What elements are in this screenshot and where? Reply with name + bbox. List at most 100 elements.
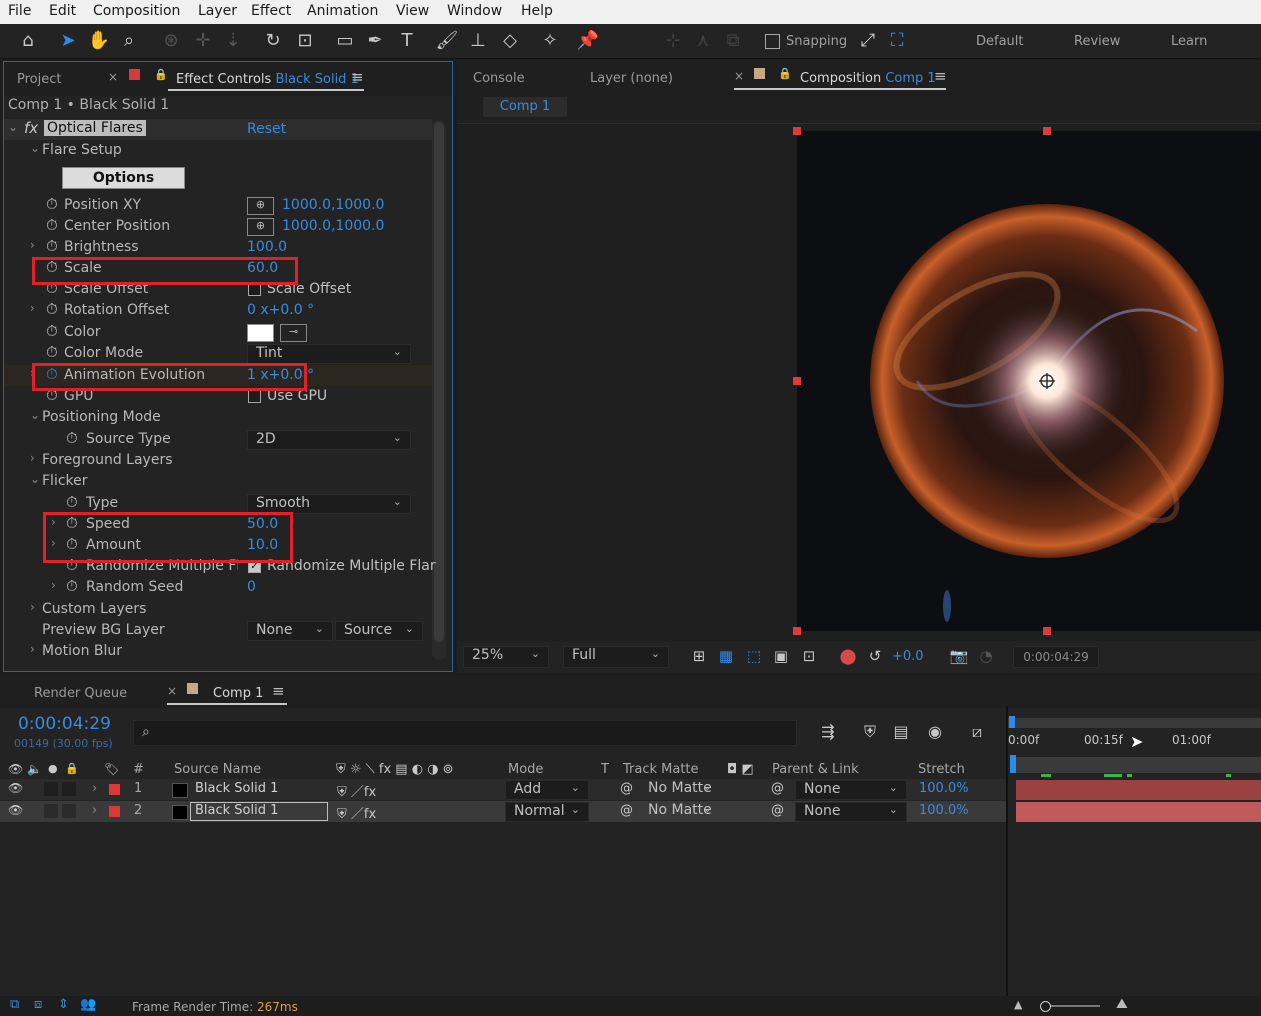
custom-layers-row[interactable]: › Custom Layers	[4, 599, 432, 620]
blend-mode-dropdown[interactable]: Normal ⌄	[505, 802, 589, 822]
zoom-out-icon[interactable]: ▲	[1014, 998, 1022, 1011]
pen-tool-icon[interactable]: ✒	[362, 29, 388, 53]
roto-brush-icon[interactable]: ✧	[537, 29, 563, 53]
flicker-row[interactable]: ⌄ Flicker	[4, 471, 432, 492]
pan-behind-icon[interactable]: ⊡	[292, 29, 318, 53]
brush-tool-icon[interactable]: 🖌	[434, 29, 460, 53]
lock-icon[interactable]: 🔒	[154, 68, 168, 81]
transfer-controls-icon[interactable]: ⧈	[34, 997, 42, 1012]
stopwatch-icon[interactable]: ⏱	[66, 429, 78, 447]
preview-bg-dropdown[interactable]: None ⌄	[247, 621, 333, 641]
chevron-right-icon[interactable]: ›	[30, 301, 35, 315]
snapshot-fit-icon[interactable]: ⊞	[686, 644, 712, 668]
chevron-down-icon[interactable]: ⌄	[30, 141, 40, 155]
column-track-matte[interactable]: Track Matte	[623, 762, 699, 777]
scrollbar-track[interactable]	[432, 120, 446, 660]
resolution-dropdown[interactable]: Full ⌄	[563, 646, 669, 668]
tab-render-queue[interactable]: Render Queue	[34, 686, 127, 701]
frame-blending-icon[interactable]: ▤	[888, 720, 914, 744]
rotate-tool-icon[interactable]: ↻	[260, 29, 286, 53]
workspace-review[interactable]: Review	[1074, 34, 1120, 49]
selection-tool-icon[interactable]: ➤	[55, 29, 81, 53]
transform-handle[interactable]	[1043, 627, 1051, 635]
chevron-down-icon[interactable]: ⌄	[8, 120, 18, 134]
menu-animation[interactable]: Animation	[307, 3, 378, 19]
stopwatch-icon[interactable]: ⏱	[46, 195, 58, 213]
close-icon[interactable]: ×	[108, 70, 118, 84]
dolly-camera-icon[interactable]: ⇣	[220, 29, 246, 53]
type-dropdown[interactable]: Smooth ⌄	[247, 494, 411, 514]
panel-menu-icon[interactable]: ≡	[351, 68, 364, 86]
layer-row-2[interactable]: 👁 › 2 Black Solid 1 ⛨ ／fx Normal ⌄ @ No M…	[0, 801, 1006, 822]
zoom-in-icon[interactable]: ⛰	[1116, 996, 1128, 1012]
menu-view[interactable]: View	[396, 3, 429, 19]
crosshair-picker-icon[interactable]: ⊕	[247, 197, 274, 215]
chevron-down-icon[interactable]: ⌄	[30, 472, 40, 486]
label-tag-icon[interactable]: 🏷	[104, 762, 119, 776]
flare-setup-row[interactable]: ⌄ Flare Setup	[4, 140, 432, 161]
lock-icon[interactable]: 🔒	[65, 762, 79, 775]
blend-mode-dropdown[interactable]: Add ⌄	[505, 780, 589, 800]
matte-pickwhip-icon[interactable]: @	[620, 803, 633, 818]
parent-dropdown[interactable]: None ⌄	[795, 780, 907, 800]
parent-pickwhip-icon[interactable]: @	[771, 781, 784, 796]
stopwatch-icon[interactable]: ⏱	[46, 237, 58, 255]
tab-layer[interactable]: Layer (none)	[590, 71, 673, 86]
chevron-right-icon[interactable]: ›	[30, 451, 35, 465]
world-axis-icon[interactable]: ⋏	[690, 29, 716, 53]
work-area-bar[interactable]	[1008, 718, 1261, 728]
track-matte-dropdown[interactable]: No Matte ⌄	[640, 802, 720, 820]
chevron-right-icon[interactable]: ›	[92, 803, 97, 818]
zoom-slider-thumb[interactable]	[1040, 1001, 1051, 1012]
layer-switches[interactable]: ⛨ ／fx	[337, 803, 376, 822]
stopwatch-icon[interactable]: ⏱	[46, 216, 58, 234]
layer-switches[interactable]: ⛨ ／fx	[337, 781, 376, 800]
comp-subtab[interactable]: Comp 1	[483, 97, 567, 117]
menu-help[interactable]: Help	[521, 3, 553, 19]
rectangle-tool-icon[interactable]: ▭	[332, 29, 358, 53]
motion-blur-icon[interactable]: ◉	[922, 720, 948, 744]
label-color-red[interactable]	[109, 806, 120, 817]
stopwatch-icon[interactable]: ⏱	[66, 493, 78, 511]
pan-camera-icon[interactable]: ✛	[190, 29, 216, 53]
orbit-camera-icon[interactable]: ⊛	[158, 29, 184, 53]
crosshair-picker-icon[interactable]: ⊕	[247, 218, 274, 236]
stopwatch-icon[interactable]: ⏱	[46, 300, 58, 318]
transform-handle[interactable]	[793, 127, 801, 135]
foreground-layers-row[interactable]: › Foreground Layers	[4, 450, 432, 471]
lock-switch[interactable]	[62, 804, 76, 818]
comp-viewer-canvas[interactable]	[797, 131, 1261, 631]
lock-icon[interactable]: 🔒	[778, 67, 792, 80]
audio-switch[interactable]	[44, 782, 58, 796]
channels-icon[interactable]: ⬤	[835, 644, 861, 668]
chevron-right-icon[interactable]: ›	[30, 600, 35, 614]
menu-file[interactable]: File	[8, 3, 31, 19]
audio-icon[interactable]: 🔈	[27, 762, 42, 776]
snapping-checkbox[interactable]	[765, 34, 780, 49]
chevron-right-icon[interactable]: ›	[30, 238, 35, 252]
color-swatch[interactable]	[247, 324, 274, 342]
snap-options-icon[interactable]: ⤢	[855, 29, 881, 53]
brightness-value[interactable]: 100.0	[247, 239, 287, 255]
panel-menu-icon[interactable]: ≡	[934, 67, 947, 85]
transparency-grid-icon[interactable]: ▦	[713, 644, 739, 668]
layer-switches-toggle-icon[interactable]: ⧉	[10, 997, 19, 1012]
stopwatch-icon[interactable]: ⏱	[46, 322, 58, 340]
position-xy-value[interactable]: 1000.0,1000.0	[282, 197, 384, 213]
layer-bar-1[interactable]	[1016, 780, 1261, 800]
menu-effect[interactable]: Effect	[251, 3, 291, 19]
time-navigator[interactable]	[1010, 757, 1261, 773]
column-source-name[interactable]: Source Name	[174, 762, 261, 777]
tab-composition[interactable]: Composition Comp 1	[800, 71, 936, 86]
menu-window[interactable]: Window	[447, 3, 502, 19]
video-visibility-icon[interactable]: 👁	[8, 762, 23, 776]
effect-header-row[interactable]: ⌄ fx Optical Flares Reset	[4, 119, 432, 140]
column-stretch[interactable]: Stretch	[918, 762, 965, 777]
eye-icon[interactable]: 👁	[8, 781, 23, 795]
draft-3d-icon[interactable]: ⛨	[857, 720, 883, 744]
transform-handle[interactable]	[793, 627, 801, 635]
menu-edit[interactable]: Edit	[49, 3, 76, 19]
positioning-mode-row[interactable]: ⌄ Positioning Mode	[4, 407, 432, 428]
view-axis-icon[interactable]: ⧉	[720, 29, 746, 53]
parent-pickwhip-icon[interactable]: @	[771, 803, 784, 818]
